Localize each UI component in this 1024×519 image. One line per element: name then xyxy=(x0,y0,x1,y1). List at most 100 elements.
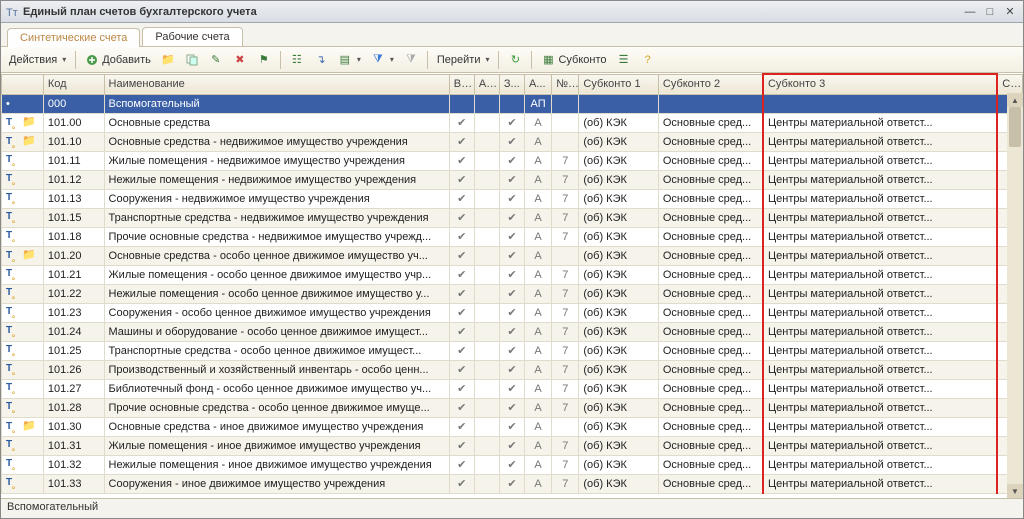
scroll-thumb[interactable] xyxy=(1009,107,1021,147)
separator xyxy=(75,51,76,69)
table-row[interactable]: T。 📁101.10Основные средства - недвижимое… xyxy=(2,132,1023,151)
edit-button[interactable]: ✎ xyxy=(205,50,227,70)
table-row[interactable]: T。 101.32Нежилые помещения - иное движим… xyxy=(2,455,1023,474)
col-header-sk3[interactable]: Субконто 3 xyxy=(763,74,997,94)
cell-code: 101.24 xyxy=(43,322,104,341)
cell-z: ✔ xyxy=(499,398,524,417)
toolbar: Действия Добавить 📁 ✎ ✖ ⚑ ☷ ↴ ▤ ⧩ ⧩ Пере… xyxy=(1,47,1023,73)
row-icon: T。 xyxy=(2,170,44,189)
cell-sk1: (об) КЭК xyxy=(579,246,659,265)
tool-dd-1[interactable]: ▤ xyxy=(334,50,365,70)
goto-menu[interactable]: Перейти xyxy=(433,50,494,70)
grid[interactable]: КодНаименованиеВ...А...З...А...№...Субко… xyxy=(1,73,1023,498)
cell-code: 101.10 xyxy=(43,132,104,151)
maximize-button[interactable]: □ xyxy=(981,4,999,20)
cell-n: 7 xyxy=(552,284,579,303)
vertical-scrollbar[interactable]: ▲ ▼ xyxy=(1007,93,1023,498)
delete-button[interactable]: ✖ xyxy=(229,50,251,70)
table-row[interactable]: T。 📁101.00Основные средства✔✔А(об) КЭКОс… xyxy=(2,113,1023,132)
cell-sk3: Центры материальной ответст... xyxy=(763,132,997,151)
cell-a2: А xyxy=(525,151,552,170)
cell-a1 xyxy=(474,113,499,132)
col-header-z[interactable]: З... xyxy=(499,74,524,94)
table-row[interactable]: T。 101.11Жилые помещения - недвижимое им… xyxy=(2,151,1023,170)
cell-z: ✔ xyxy=(499,436,524,455)
col-header-code[interactable]: Код xyxy=(43,74,104,94)
table-row[interactable]: T。 101.24Машины и оборудование - особо ц… xyxy=(2,322,1023,341)
add-folder-button[interactable]: 📁 xyxy=(157,50,179,70)
col-header-v[interactable]: В... xyxy=(449,74,474,94)
scroll-up-arrow[interactable]: ▲ xyxy=(1007,93,1023,107)
help-button[interactable]: ? xyxy=(637,50,659,70)
cell-v: ✔ xyxy=(449,417,474,436)
cell-a2: А xyxy=(525,265,552,284)
separator xyxy=(280,51,281,69)
add-child-button[interactable] xyxy=(181,50,203,70)
col-header-sk2[interactable]: Субконто 2 xyxy=(658,74,763,94)
cell-name: Машины и оборудование - особо ценное дви… xyxy=(104,322,449,341)
cell-a1 xyxy=(474,322,499,341)
tab-synthetic[interactable]: Синтетические счета xyxy=(7,28,140,47)
refresh-icon: ↻ xyxy=(508,53,522,67)
table-row[interactable]: T。 101.13Сооружения - недвижимое имущест… xyxy=(2,189,1023,208)
cell-code: 101.18 xyxy=(43,227,104,246)
table-row[interactable]: • 000ВспомогательныйАП xyxy=(2,94,1023,113)
cell-n: 7 xyxy=(552,189,579,208)
move-button[interactable]: ↴ xyxy=(310,50,332,70)
actions-menu[interactable]: Действия xyxy=(5,50,70,70)
table-row[interactable]: T。 101.25Транспортные средства - особо ц… xyxy=(2,341,1023,360)
table-row[interactable]: T。 101.12Нежилые помещения - недвижимое … xyxy=(2,170,1023,189)
table-row[interactable]: T。 101.23Сооружения - особо ценное движи… xyxy=(2,303,1023,322)
table-row[interactable]: T。 101.26Производственный и хозяйственны… xyxy=(2,360,1023,379)
cell-a2: А xyxy=(525,246,552,265)
col-header-icons[interactable] xyxy=(2,74,44,94)
cell-z: ✔ xyxy=(499,113,524,132)
hierarchy-button[interactable]: ☷ xyxy=(286,50,308,70)
refresh-button[interactable]: ↻ xyxy=(504,50,526,70)
add-button[interactable]: Добавить xyxy=(81,50,155,70)
cell-name: Основные средства xyxy=(104,113,449,132)
table-row[interactable]: T。 101.15Транспортные средства - недвижи… xyxy=(2,208,1023,227)
table-row[interactable]: T。 📁101.20Основные средства - особо ценн… xyxy=(2,246,1023,265)
scroll-down-arrow[interactable]: ▼ xyxy=(1007,484,1023,498)
col-header-c[interactable]: С... xyxy=(997,74,1022,94)
filter-off-button[interactable]: ⧩ xyxy=(400,50,422,70)
col-header-sk1[interactable]: Субконто 1 xyxy=(579,74,659,94)
table-row[interactable]: T。 101.21Жилые помещения - особо ценное … xyxy=(2,265,1023,284)
cell-name: Транспортные средства - недвижимое имуще… xyxy=(104,208,449,227)
col-header-name[interactable]: Наименование xyxy=(104,74,449,94)
cell-a1 xyxy=(474,474,499,493)
cell-sk1: (об) КЭК xyxy=(579,398,659,417)
tool-dd-2[interactable]: ⧩ xyxy=(367,50,398,70)
table-row[interactable]: T。 101.28Прочие основные средства - особ… xyxy=(2,398,1023,417)
cell-a2: А xyxy=(525,379,552,398)
journal-button[interactable]: ☰ xyxy=(613,50,635,70)
table-row[interactable]: T。 101.18Прочие основные средства - недв… xyxy=(2,227,1023,246)
subkonto-button[interactable]: ▦ Субконто xyxy=(537,50,610,70)
table-row[interactable]: T。 101.33Сооружения - иное движимое имущ… xyxy=(2,474,1023,493)
row-icon: T。 xyxy=(2,284,44,303)
cell-code: 101.21 xyxy=(43,265,104,284)
col-header-a1[interactable]: А... xyxy=(474,74,499,94)
table-row[interactable]: T。 📁101.30Основные средства - иное движи… xyxy=(2,417,1023,436)
minimize-button[interactable]: — xyxy=(961,4,979,20)
table-row[interactable]: T。 101.31Жилые помещения - иное движимое… xyxy=(2,436,1023,455)
mark-button[interactable]: ⚑ xyxy=(253,50,275,70)
close-button[interactable]: ✕ xyxy=(1001,4,1019,20)
col-header-n[interactable]: №... xyxy=(552,74,579,94)
app-icon: Tт xyxy=(5,5,19,19)
cell-name: Жилые помещения - иное движимое имуществ… xyxy=(104,436,449,455)
cell-sk3: Центры материальной ответст... xyxy=(763,151,997,170)
cell-z: ✔ xyxy=(499,284,524,303)
cell-sk3: Центры материальной ответст... xyxy=(763,379,997,398)
cell-sk3: Центры материальной ответст... xyxy=(763,398,997,417)
row-icon: T。 xyxy=(2,379,44,398)
cell-sk1: (об) КЭК xyxy=(579,151,659,170)
cell-n: 7 xyxy=(552,208,579,227)
cell-sk3: Центры материальной ответст... xyxy=(763,170,997,189)
col-header-a2[interactable]: А... xyxy=(525,74,552,94)
cell-sk1: (об) КЭК xyxy=(579,436,659,455)
table-row[interactable]: T。 101.27Библиотечный фонд - особо ценно… xyxy=(2,379,1023,398)
tab-work[interactable]: Рабочие счета xyxy=(142,27,242,46)
table-row[interactable]: T。 101.22Нежилые помещения - особо ценно… xyxy=(2,284,1023,303)
